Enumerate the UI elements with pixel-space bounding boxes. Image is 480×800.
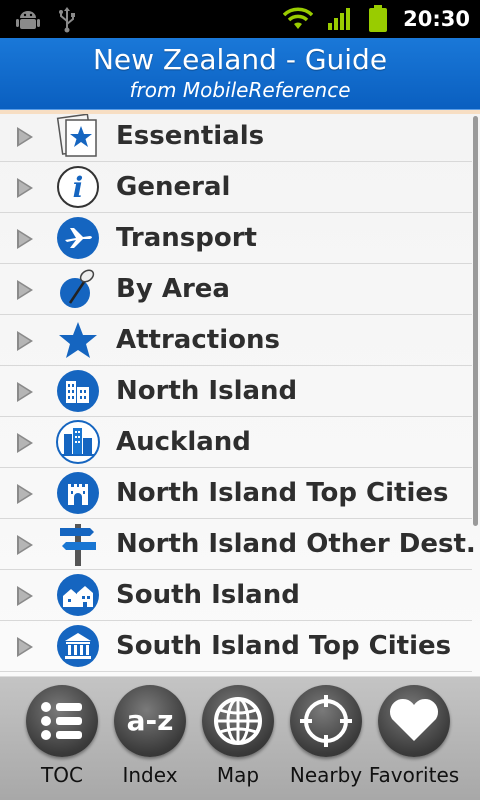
- svg-text:a-z: a-z: [127, 704, 174, 737]
- list-item-label: By Area: [116, 274, 230, 304]
- list-item-general[interactable]: i General: [0, 162, 472, 213]
- list-scrollbar[interactable]: [473, 116, 478, 526]
- pushpin-icon: [60, 269, 95, 308]
- favorites-label: Favorites: [368, 763, 460, 787]
- expand-arrow-icon: [17, 535, 33, 555]
- wifi-icon: [283, 7, 314, 29]
- list-item-label: North Island: [116, 376, 298, 406]
- battery-icon: [369, 5, 388, 32]
- page-subtitle: from MobileReference: [129, 78, 351, 102]
- page-title: New Zealand - Guide: [92, 43, 388, 76]
- expand-arrow-icon: [17, 586, 33, 606]
- star-icon: [59, 322, 97, 358]
- android-debug-icon: [16, 11, 40, 29]
- index-button[interactable]: a-z Index: [106, 677, 194, 800]
- list-item-label: General: [116, 172, 231, 202]
- list-item-essentials[interactable]: Essentials: [0, 111, 472, 162]
- toc-button[interactable]: TOC: [18, 677, 106, 800]
- nearby-button[interactable]: Nearby: [282, 677, 370, 800]
- list-item-north-island[interactable]: North Island: [0, 366, 472, 417]
- svg-text:i: i: [73, 171, 84, 204]
- clock: 20:30: [403, 7, 470, 31]
- expand-arrow-icon: [17, 229, 33, 249]
- list-item-north-island-other-dest[interactable]: North Island Other Dest.: [0, 519, 476, 570]
- list-item-label: South Island: [116, 580, 300, 610]
- list-item-label: South Island Top Cities: [116, 631, 452, 661]
- list-item-transport[interactable]: Transport: [0, 213, 472, 264]
- list-icon: [41, 702, 82, 740]
- list-item-label: North Island Other Dest.: [116, 529, 476, 559]
- expand-arrow-icon: [17, 484, 33, 504]
- list-item-label: Transport: [116, 223, 257, 253]
- info-icon: i: [57, 166, 99, 208]
- nearby-label: Nearby: [289, 763, 363, 787]
- expand-arrow-icon: [17, 382, 33, 402]
- list-item-auckland[interactable]: Auckland: [0, 417, 472, 468]
- expand-arrow-icon: [17, 280, 33, 300]
- heart-icon: [389, 698, 439, 741]
- list-item-label: Attractions: [116, 325, 280, 355]
- crosshair-icon: [300, 695, 352, 747]
- signal-icon: [328, 8, 351, 30]
- buildings-icon: [57, 370, 99, 412]
- star-document-icon: [56, 114, 97, 157]
- a-z-icon: a-z: [127, 704, 174, 737]
- city-icon: [56, 420, 100, 464]
- list-item-north-island-top-cities[interactable]: North Island Top Cities: [0, 468, 472, 519]
- toc-list: Essentials i General Transport By Area A…: [0, 110, 480, 676]
- status-bar: 20:30: [0, 0, 480, 38]
- museum-icon: [57, 625, 99, 667]
- castle-icon: [57, 472, 99, 514]
- list-item-label: Essentials: [116, 121, 265, 151]
- signpost-icon: [60, 524, 96, 566]
- list-item-by-area[interactable]: By Area: [0, 264, 472, 315]
- map-button[interactable]: Map: [194, 677, 282, 800]
- header: New Zealand - Guide from MobileReference: [0, 38, 480, 110]
- map-label: Map: [216, 763, 260, 787]
- houses-icon: [57, 574, 99, 616]
- toc-label: TOC: [41, 763, 83, 787]
- list-item-label: North Island Top Cities: [116, 478, 449, 508]
- expand-arrow-icon: [17, 433, 33, 453]
- airplane-icon: [57, 217, 99, 259]
- list-item-south-island-top-cities[interactable]: South Island Top Cities: [0, 621, 472, 672]
- expand-arrow-icon: [17, 127, 33, 147]
- expand-arrow-icon: [17, 637, 33, 657]
- usb-icon: [59, 7, 75, 33]
- favorites-button[interactable]: Favorites: [369, 677, 459, 800]
- expand-arrow-icon: [17, 178, 33, 198]
- list-item-south-island[interactable]: South Island: [0, 570, 472, 621]
- expand-arrow-icon: [17, 331, 33, 351]
- index-label: Index: [122, 763, 178, 787]
- globe-icon: [214, 697, 262, 745]
- list-item-attractions[interactable]: Attractions: [0, 315, 472, 366]
- list-item-label: Auckland: [116, 427, 251, 457]
- bottom-toolbar: TOC a-z Index Map Nearby Favorites: [0, 676, 480, 800]
